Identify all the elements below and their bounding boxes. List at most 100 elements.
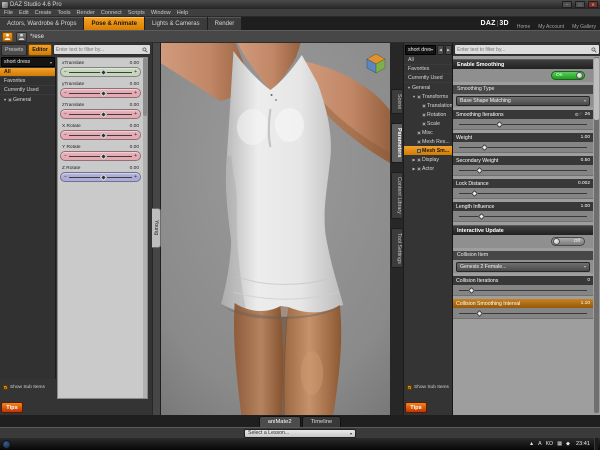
slider-bar[interactable]: − +	[60, 109, 141, 119]
slider-handle[interactable]	[470, 189, 478, 197]
checkbox-icon[interactable]: ✔	[407, 385, 412, 390]
slider-track[interactable]	[68, 173, 133, 181]
tab-presets[interactable]: Presets	[1, 43, 28, 56]
right-list-all[interactable]: All	[404, 56, 453, 65]
left-list-currently-used[interactable]: Currently Used	[0, 86, 55, 95]
bottom-tab-animate2[interactable]: aniMate2	[258, 416, 301, 427]
toggle-on[interactable]: On	[551, 71, 585, 80]
slider-track[interactable]	[68, 89, 133, 97]
right-tips-button[interactable]: Tips	[405, 402, 427, 413]
decrement-button[interactable]: −	[64, 152, 67, 161]
menu-tools[interactable]: Tools	[54, 9, 73, 17]
right-tree-scale[interactable]: Scale	[404, 119, 453, 128]
side-tab-scene[interactable]: Scene	[391, 89, 402, 115]
right-tree-general[interactable]: ▼ General	[404, 83, 453, 92]
slider-handle[interactable]	[99, 173, 107, 181]
increment-button[interactable]: +	[134, 131, 137, 140]
left-scrollbar[interactable]	[143, 58, 147, 398]
tray-icon-3[interactable]: ▦	[557, 441, 562, 447]
right-tree-transforms[interactable]: ▼ Transforms	[404, 92, 453, 101]
right-tree-actor[interactable]: ▶ Actor	[404, 164, 453, 173]
slider-handle[interactable]	[496, 120, 504, 128]
dropdown-base-shape-matching[interactable]: Base Shape Matching ▾	[456, 95, 590, 106]
left-list-favorites[interactable]: Favorites	[0, 77, 55, 86]
toggle-off[interactable]: Off	[551, 237, 585, 246]
slider-track[interactable]	[68, 131, 133, 139]
decrement-button[interactable]: −	[64, 68, 67, 77]
right-tree-mesh-sm[interactable]: Mesh Sm...	[404, 146, 453, 155]
slider-bar[interactable]: − +	[60, 172, 141, 182]
pose-preset-icon[interactable]	[16, 31, 27, 42]
viewport-3d-scene[interactable]	[161, 43, 390, 415]
menu-help[interactable]: Help	[174, 9, 192, 17]
smart-content-icon[interactable]	[2, 31, 13, 42]
view-cube-gizmo[interactable]	[365, 52, 387, 79]
slider-track[interactable]	[459, 286, 587, 294]
left-list-all[interactable]: All	[0, 68, 55, 77]
right-list-currently-used[interactable]: Currently Used	[404, 74, 453, 83]
slider-track[interactable]	[459, 212, 587, 220]
menu-scripts[interactable]: Scripts	[125, 9, 148, 17]
menu-create[interactable]: Create	[32, 9, 55, 17]
slider-bar[interactable]: − +	[60, 88, 141, 98]
right-list-favorites[interactable]: Favorites	[404, 65, 453, 74]
nav-forward-button[interactable]: ▶	[445, 44, 452, 55]
dropdown-genesis-2-female[interactable]: Genesis 2 Female... ▾	[456, 261, 590, 272]
tab-editor[interactable]: Editor	[28, 43, 52, 56]
slider-handle[interactable]	[99, 152, 107, 160]
slider-handle[interactable]	[475, 166, 483, 174]
side-tab-tool-settings[interactable]: Tool Settings	[391, 227, 402, 269]
menu-window[interactable]: Window	[148, 9, 174, 17]
left-filter-box[interactable]	[52, 44, 151, 55]
right-tree-display[interactable]: ▶ Display	[404, 155, 453, 164]
show-desktop-button[interactable]	[594, 438, 598, 450]
left-scrollbar-thumb[interactable]	[143, 58, 147, 116]
maximize-button[interactable]: □	[575, 1, 585, 8]
tray-icon-0[interactable]: ▲	[529, 441, 534, 447]
start-button[interactable]	[2, 439, 11, 449]
left-filter-input[interactable]	[55, 46, 141, 53]
side-tab-parameters[interactable]: Parameters	[391, 123, 402, 163]
pose-tab-young[interactable]: Young	[152, 208, 161, 248]
params-filter-box[interactable]	[454, 44, 600, 55]
menu-render[interactable]: Render	[74, 9, 98, 17]
left-category-dropdown[interactable]: short dress ▾	[1, 57, 55, 67]
params-scrollbar[interactable]	[594, 57, 599, 413]
minimize-button[interactable]: ─	[562, 1, 572, 8]
taskbar-clock[interactable]: 23:41	[576, 441, 590, 447]
slider-bar[interactable]: − +	[60, 151, 141, 161]
nav-back-button[interactable]: ◀	[437, 44, 444, 55]
left-tips-button[interactable]: Tips	[1, 402, 23, 413]
tray-icon-4[interactable]: ◆	[566, 441, 570, 447]
link-my-gallery[interactable]: My Gallery	[572, 24, 596, 30]
checkbox-icon[interactable]: ✔	[3, 385, 8, 390]
right-category-dropdown[interactable]: short dress ▾	[405, 44, 436, 55]
slider-track[interactable]	[459, 166, 587, 174]
slider-handle[interactable]	[478, 212, 486, 220]
decrement-button[interactable]: −	[64, 131, 67, 140]
slider-bar[interactable]: − +	[60, 67, 141, 77]
slider-bar[interactable]: − +	[60, 130, 141, 140]
params-filter-input[interactable]	[457, 46, 590, 53]
increment-button[interactable]: +	[134, 173, 137, 182]
slider-handle[interactable]	[475, 309, 483, 317]
menu-connect[interactable]: Connect	[98, 9, 125, 17]
increment-button[interactable]: +	[134, 68, 137, 77]
slider-handle[interactable]	[99, 89, 107, 97]
menu-file[interactable]: File	[1, 9, 16, 17]
slider-track[interactable]	[459, 120, 587, 128]
slider-handle[interactable]	[480, 143, 489, 151]
right-tree-mesh-res[interactable]: Mesh Res...	[404, 137, 453, 146]
increment-button[interactable]: +	[134, 152, 137, 161]
tab-actors-wardrobe-props[interactable]: Actors, Wardrobe & Props	[0, 17, 84, 30]
tab-render[interactable]: Render	[207, 17, 242, 30]
menu-edit[interactable]: Edit	[16, 9, 32, 17]
tray-icon-2[interactable]: KO	[546, 441, 554, 447]
right-tree-rotation[interactable]: Rotation	[404, 110, 453, 119]
slider-track[interactable]	[459, 189, 587, 197]
bottom-tab-timeline[interactable]: Timeline	[301, 416, 342, 427]
tab-lights-cameras[interactable]: Lights & Cameras	[144, 17, 207, 30]
slider-track[interactable]	[68, 110, 133, 118]
right-tree-translation[interactable]: Translation	[404, 101, 453, 110]
tray-icon-1[interactable]: A	[538, 441, 541, 447]
